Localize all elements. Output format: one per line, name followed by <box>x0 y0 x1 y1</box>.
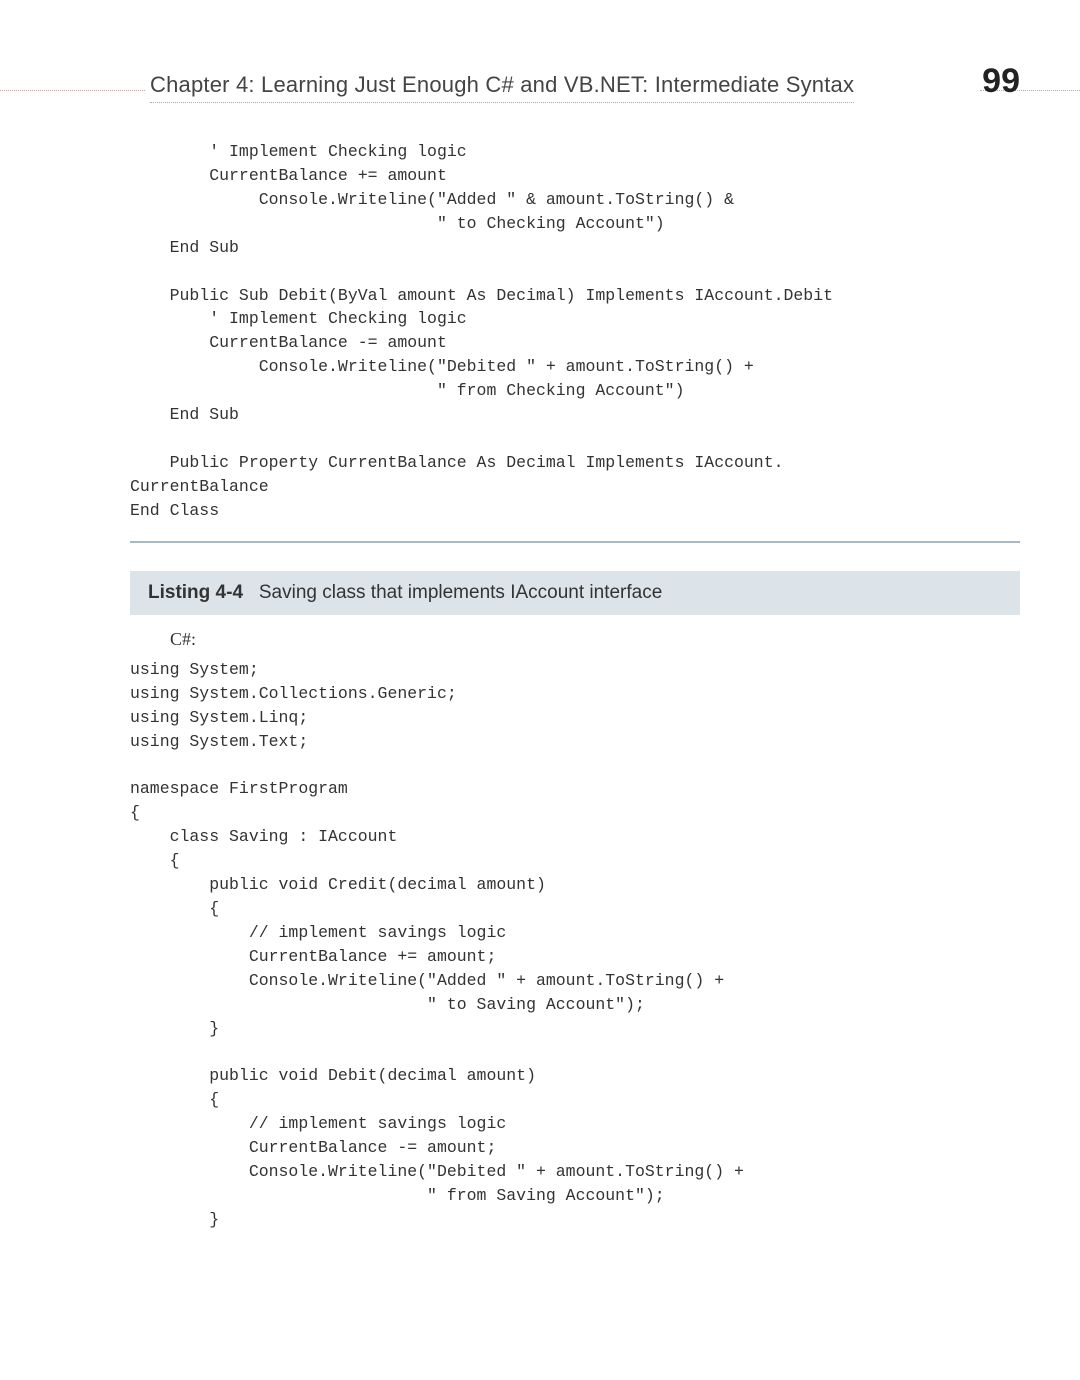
page-content: ' Implement Checking logic CurrentBalanc… <box>130 140 1020 1232</box>
csharp-code-block: using System; using System.Collections.G… <box>130 658 1020 1232</box>
page-number: 99 <box>982 62 1020 101</box>
listing-label: Listing 4-4 <box>148 582 243 603</box>
listing-header: Listing 4-4 Saving class that implements… <box>130 571 1020 615</box>
language-label-csharp: C#: <box>170 629 1020 650</box>
code-divider <box>130 541 1020 543</box>
page-header: Chapter 4: Learning Just Enough C# and V… <box>150 62 1020 103</box>
chapter-title: Chapter 4: Learning Just Enough C# and V… <box>150 72 854 103</box>
vb-code-block: ' Implement Checking logic CurrentBalanc… <box>130 140 1020 523</box>
header-rule-left <box>0 90 145 93</box>
listing-title: Saving class that implements IAccount in… <box>259 582 662 603</box>
